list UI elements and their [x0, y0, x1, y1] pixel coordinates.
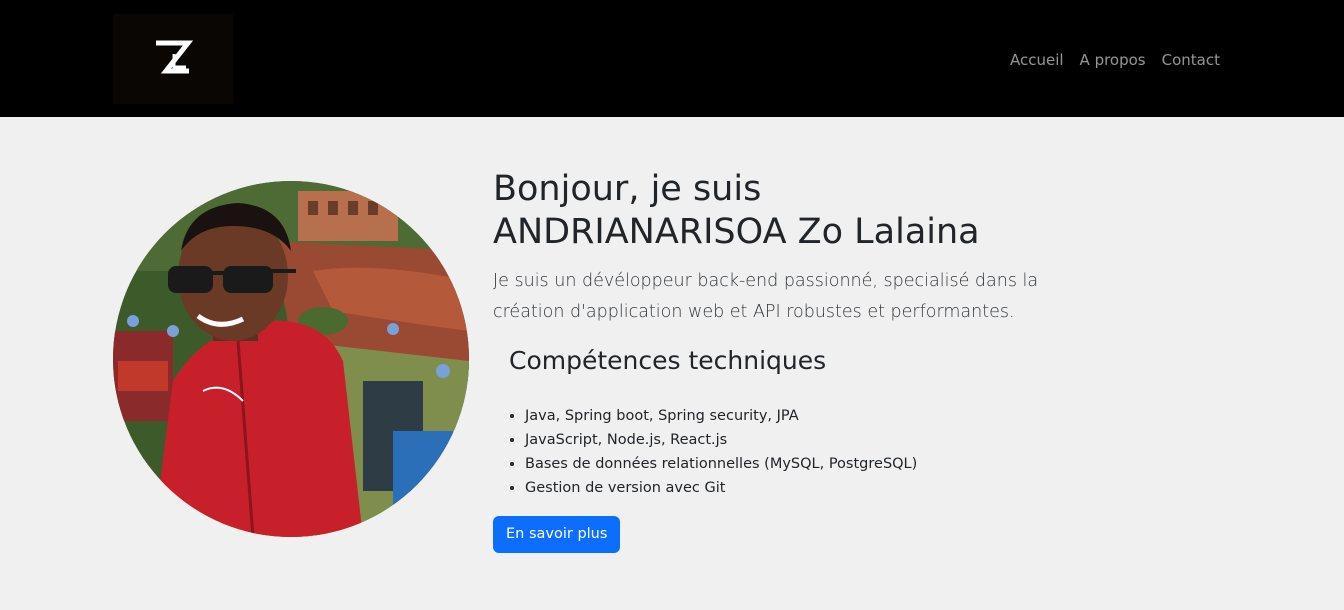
- nav-link-contact[interactable]: Contact: [1162, 49, 1220, 71]
- nav-link-a-propos[interactable]: A propos: [1080, 49, 1146, 71]
- main-nav: Accueil A propos Contact: [1010, 49, 1220, 71]
- skill-item: Gestion de version avec Git: [525, 476, 1053, 500]
- hero-content: Bonjour, je suis ANDRIANARISOA Zo Lalain…: [493, 168, 1053, 553]
- hero-title-name: ANDRIANARISOA Zo Lalaina: [493, 212, 980, 252]
- skills-title: Compétences techniques: [509, 346, 827, 375]
- brand-logo-link[interactable]: [113, 14, 233, 104]
- hero-title: Bonjour, je suis ANDRIANARISOA Zo Lalain…: [493, 168, 1053, 254]
- profile-photo: [113, 181, 469, 537]
- zl-monogram-logo-icon: [156, 40, 194, 74]
- navbar: Accueil A propos Contact: [0, 0, 1344, 117]
- nav-link-accueil[interactable]: Accueil: [1010, 49, 1064, 71]
- profile-photo-illustration: [113, 181, 469, 537]
- learn-more-button[interactable]: En savoir plus: [493, 516, 621, 553]
- hero-title-line1: Bonjour, je suis: [493, 169, 762, 209]
- skill-item: JavaScript, Node.js, React.js: [525, 428, 1053, 452]
- skills-list: Java, Spring boot, Spring security, JPA …: [493, 404, 1053, 500]
- skill-item: Bases de données relationnelles (MySQL, …: [525, 452, 1053, 476]
- hero-lead: Je suis un dévéloppeur back-end passionn…: [493, 271, 1039, 322]
- skill-item: Java, Spring boot, Spring security, JPA: [525, 404, 1053, 428]
